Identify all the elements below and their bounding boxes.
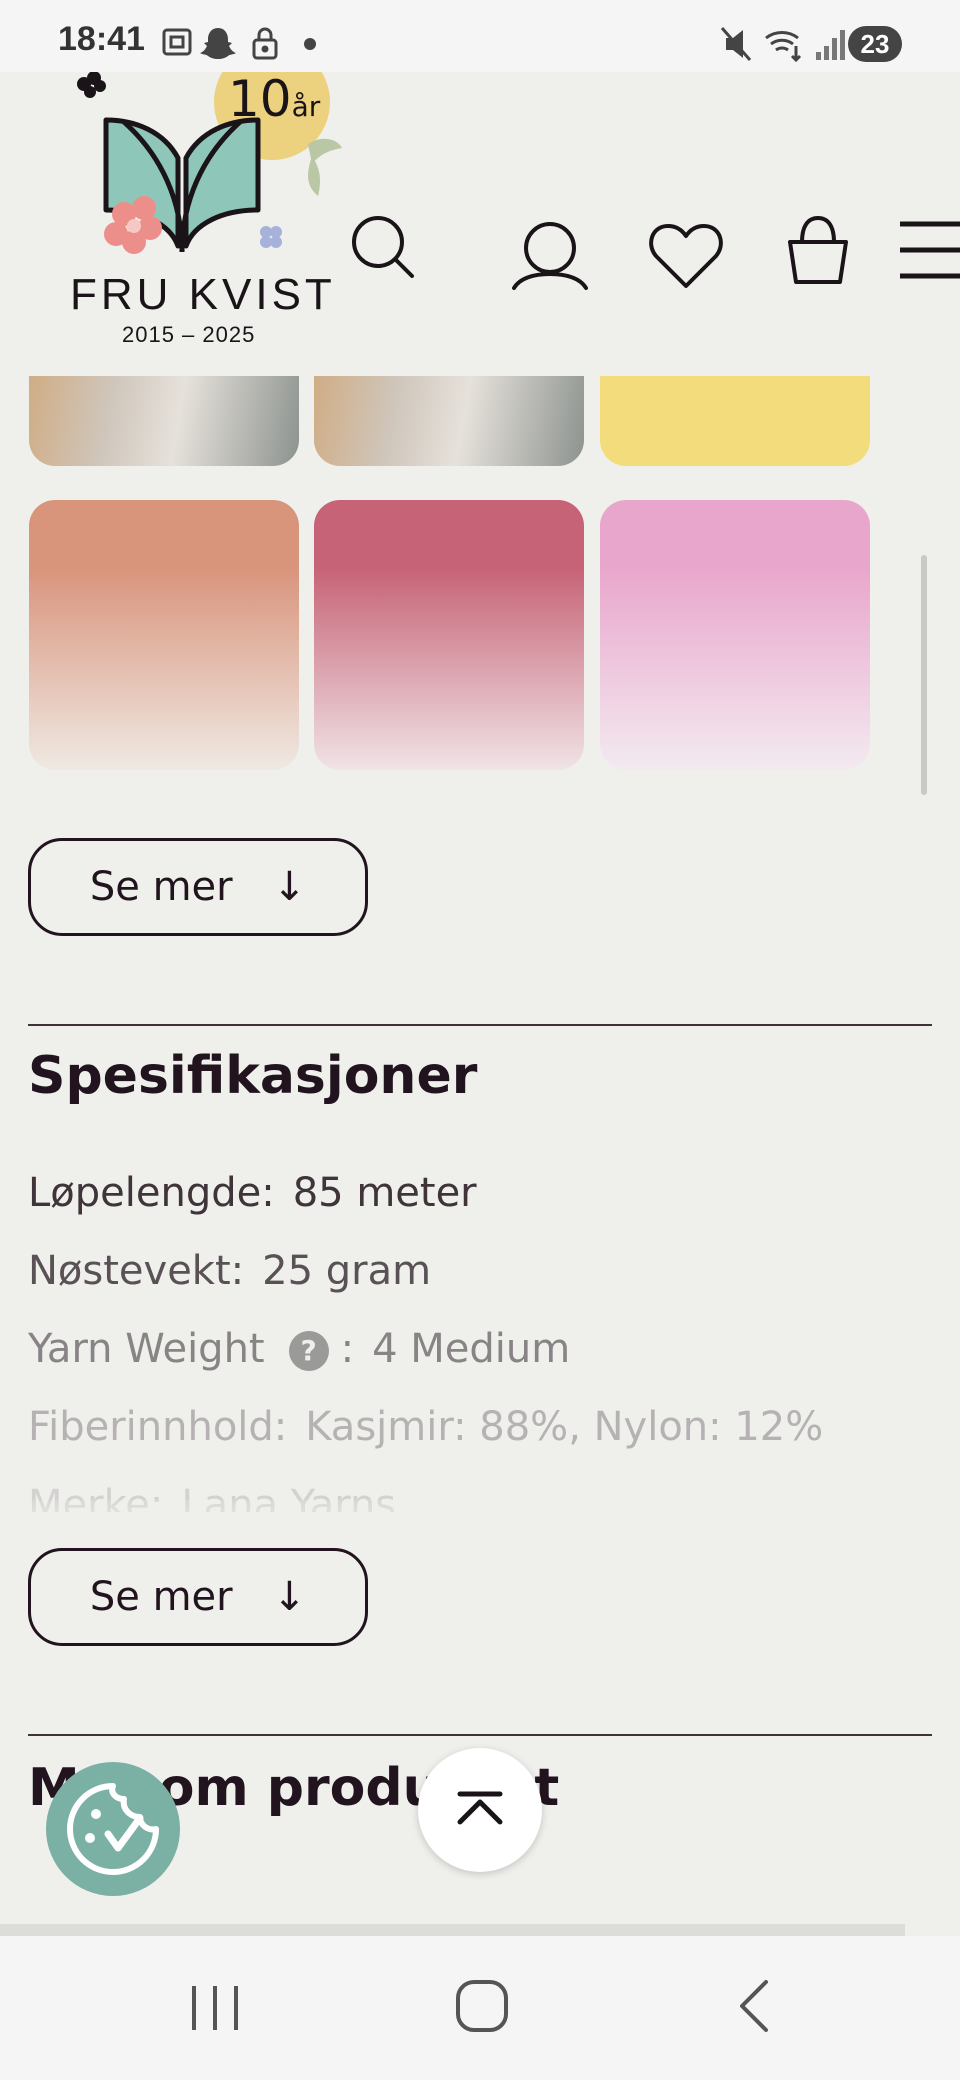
black-flower-icon (77, 71, 106, 98)
arrow-down-icon: ↓ (272, 1574, 307, 1620)
home-icon[interactable] (454, 1978, 510, 2034)
account-icon[interactable] (510, 144, 590, 294)
spec-label: Yarn Weight (28, 1326, 265, 1372)
scroll-to-top-button[interactable] (418, 1748, 542, 1872)
anniversary-suffix: år (291, 90, 321, 123)
logo-book-graphic (77, 44, 342, 254)
arrow-down-icon: ↓ (272, 864, 307, 910)
notification-count-badge: 23 (848, 26, 902, 62)
spec-separator: : (340, 1326, 355, 1372)
color-swatch[interactable] (314, 376, 584, 466)
color-swatch[interactable] (600, 500, 870, 770)
spec-label: Fiberinnhold: (28, 1404, 288, 1450)
specifications-title: Spesifikasjoner (28, 1046, 478, 1106)
wifi-icon (765, 31, 802, 63)
color-swatch[interactable] (29, 500, 299, 770)
dot-icon (304, 38, 316, 50)
back-icon[interactable] (734, 1976, 774, 2036)
site-logo[interactable]: 10år FRU KVIST 2015 – 2025 (50, 44, 370, 362)
help-question-icon[interactable]: ? (288, 1331, 329, 1371)
site-header: 10år FRU KVIST 2015 – 2025 (0, 44, 960, 372)
logo-wordmark: FRU KVIST (70, 270, 336, 319)
see-more-specifications-button[interactable]: Se mer ↓ (28, 1548, 368, 1646)
spec-label: Løpelengde: (28, 1170, 275, 1216)
search-icon[interactable] (346, 212, 416, 282)
android-nav-bar (0, 1936, 960, 2080)
recent-apps-icon[interactable] (188, 1980, 242, 2036)
fade-overlay (0, 1500, 960, 1534)
lock-icon (252, 27, 278, 60)
section-divider (28, 1734, 932, 1736)
logo-years: 2015 – 2025 (122, 322, 256, 347)
chevron-up-icon (457, 1791, 503, 1825)
spec-label: Nøstevekt: (28, 1248, 245, 1294)
see-more-colors-button[interactable]: Se mer ↓ (28, 838, 368, 936)
status-bar: 18:41 23 (0, 0, 960, 72)
color-swatch[interactable] (314, 500, 584, 770)
anniversary-number: 10 (228, 70, 292, 128)
color-swatch[interactable] (29, 376, 299, 466)
section-divider (28, 1024, 932, 1026)
signal-icon (816, 30, 845, 60)
see-more-label: Se mer (89, 1574, 233, 1620)
spec-row: Nøstevekt: 25 gram (28, 1248, 431, 1294)
spec-row: Fiberinnhold: Kasjmir: 88%, Nylon: 12% (28, 1404, 823, 1450)
spec-value: Kasjmir: 88%, Nylon: 12% (305, 1404, 824, 1450)
spec-row: Yarn Weight?:4 Medium (28, 1326, 570, 1372)
wishlist-heart-icon[interactable] (648, 222, 724, 292)
color-swatch[interactable] (600, 376, 870, 466)
spec-value: 25 gram (262, 1248, 432, 1294)
cookie-check-icon (67, 1783, 159, 1875)
menu-icon[interactable] (900, 220, 960, 282)
blue-flower-icon (260, 226, 282, 248)
see-more-label: Se mer (89, 864, 233, 910)
cookie-consent-button[interactable] (46, 1762, 180, 1896)
status-time: 18:41 (58, 20, 145, 58)
mute-icon (720, 27, 752, 61)
screenshot-icon (162, 28, 192, 56)
shopping-bag-icon[interactable] (782, 214, 854, 286)
spec-value: 85 meter (292, 1170, 477, 1216)
spec-row: Løpelengde: 85 meter (28, 1170, 477, 1216)
spec-value: 4 Medium (372, 1326, 571, 1372)
snapchat-icon (200, 28, 236, 59)
status-left-icons (162, 27, 316, 60)
horizontal-scrollbar (0, 1924, 905, 1936)
swatch-scrollbar[interactable] (921, 555, 927, 795)
